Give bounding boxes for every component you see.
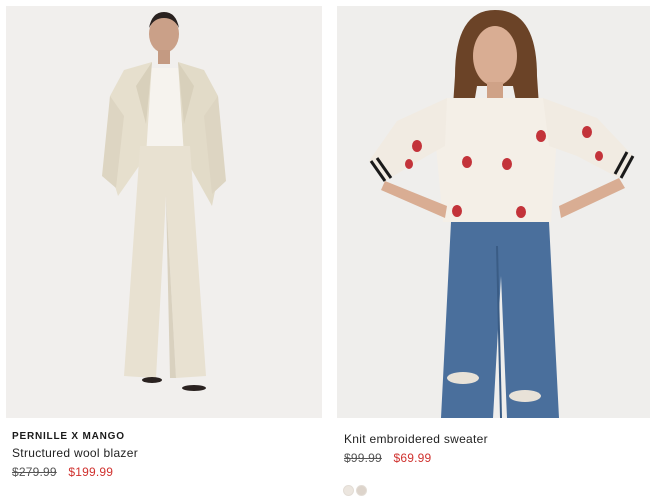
color-swatch[interactable] (343, 485, 354, 496)
sale-price: $69.99 (393, 451, 432, 465)
blazer-photo-illustration (6, 6, 322, 418)
sweater-photo-illustration (337, 6, 650, 418)
color-swatch[interactable] (356, 485, 367, 496)
original-price: $279.99 (12, 465, 57, 479)
color-swatches (343, 485, 367, 496)
product-name[interactable]: Structured wool blazer (12, 446, 138, 460)
product-price-group: $99.99 $69.99 (344, 451, 431, 465)
original-price: $99.99 (344, 451, 382, 465)
product-image-sweater[interactable] (337, 6, 650, 418)
product-price-group: $279.99 $199.99 (12, 465, 113, 479)
sale-price: $199.99 (68, 465, 114, 479)
product-name[interactable]: Knit embroidered sweater (344, 432, 488, 446)
product-image-blazer[interactable] (6, 6, 322, 418)
product-brand: PERNILLE X MANGO (12, 431, 125, 442)
